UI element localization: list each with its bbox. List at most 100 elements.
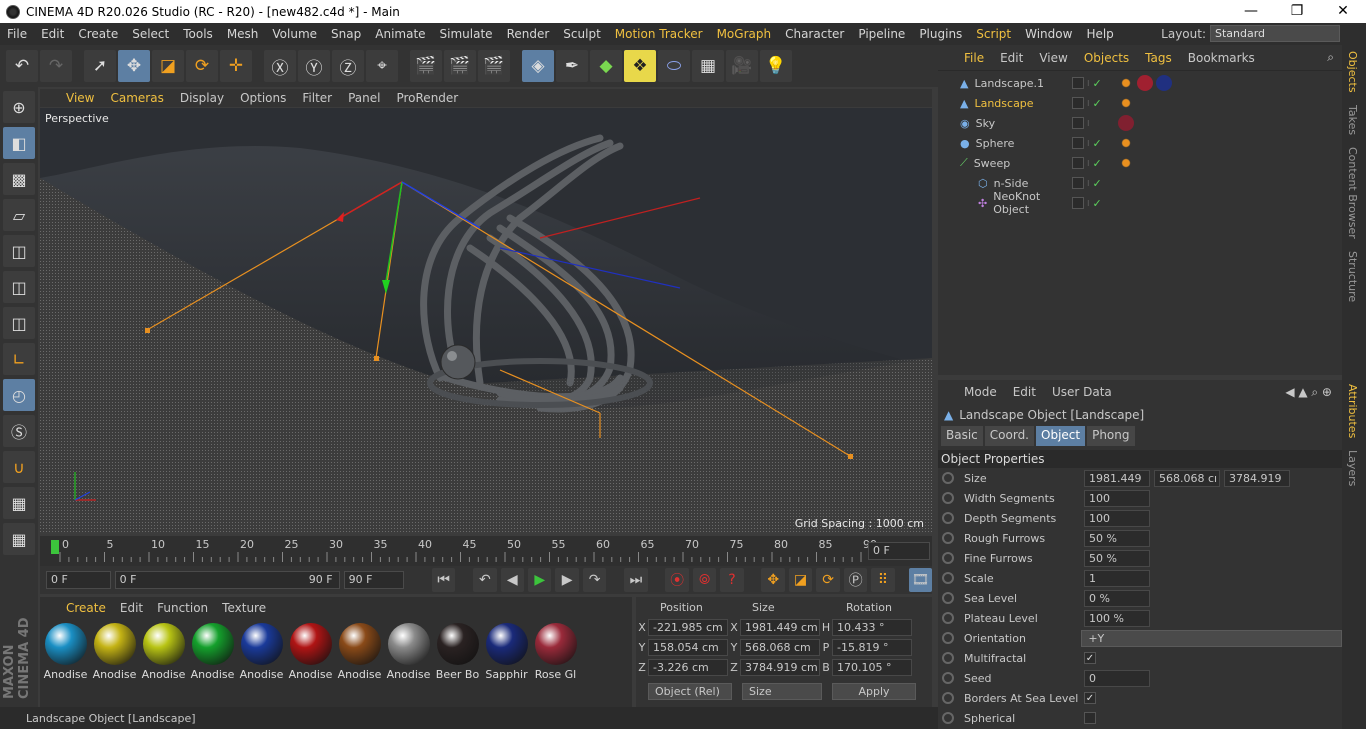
layout-select[interactable]: Standard xyxy=(1210,25,1340,42)
object-row[interactable]: ⟋ Sweep ⁝ ✓ xyxy=(938,153,1342,173)
enabled-check-icon[interactable]: ✓ xyxy=(1093,157,1102,170)
search-icon[interactable]: ⌕ xyxy=(1327,50,1334,65)
visibility-dots-icon[interactable]: ⁝ xyxy=(1087,99,1090,108)
redo-icon[interactable]: ↷ xyxy=(40,50,72,82)
phong-tag-icon[interactable] xyxy=(1118,135,1134,151)
layer-icon[interactable] xyxy=(1072,137,1084,149)
light-icon[interactable]: 💡 xyxy=(760,50,792,82)
visibility-dots-icon[interactable]: ⁝ xyxy=(1087,159,1090,168)
start-frame-field[interactable]: 0 F xyxy=(46,571,111,589)
size-field[interactable]: 568.068 cm xyxy=(740,638,820,656)
magnet-icon[interactable]: ∪ xyxy=(3,451,35,483)
mat-menu-create[interactable]: Create xyxy=(66,601,106,617)
orientation-dropdown[interactable]: +Y xyxy=(1081,629,1342,647)
menu-snap[interactable]: Snap xyxy=(324,27,368,41)
position-field[interactable]: -3.226 cm xyxy=(648,658,728,676)
material-swatch[interactable]: Beer Bo xyxy=(435,623,480,681)
menu-volume[interactable]: Volume xyxy=(265,27,324,41)
last-tool-icon[interactable]: ✛ xyxy=(220,50,252,82)
scale-field[interactable]: 1 xyxy=(1084,569,1150,587)
tab-coord[interactable]: Coord. xyxy=(984,426,1034,446)
menu-script[interactable]: Script xyxy=(969,27,1018,41)
mat-menu-function[interactable]: Function xyxy=(157,601,208,617)
depth-segments-field[interactable]: 100 xyxy=(1084,509,1150,527)
minimize-button[interactable]: — xyxy=(1228,0,1274,23)
material-swatch[interactable]: Anodise xyxy=(386,623,431,681)
vp-menu-display[interactable]: Display xyxy=(180,91,224,105)
go-to-end-icon[interactable]: ⏭ xyxy=(624,568,648,592)
next-frame-icon[interactable]: ▶ xyxy=(555,568,579,592)
side-tab-attributes[interactable]: Attributes xyxy=(1342,378,1363,444)
size-x-field[interactable]: 1981.449 xyxy=(1084,469,1150,487)
close-button[interactable]: ✕ xyxy=(1320,0,1366,23)
spherical-checkbox[interactable] xyxy=(1084,712,1096,724)
borders-checkbox[interactable]: ✓ xyxy=(1084,692,1096,704)
visibility-dots-icon[interactable]: ⁝ xyxy=(1087,119,1090,128)
autokeying-icon[interactable]: ⦾ xyxy=(692,568,717,592)
enabled-check-icon[interactable]: ✓ xyxy=(1093,177,1102,190)
edges-mode-icon[interactable]: ◫ xyxy=(3,271,35,303)
menu-mesh[interactable]: Mesh xyxy=(220,27,266,41)
tab-phong[interactable]: Phong xyxy=(1087,426,1135,446)
rotation-field[interactable]: 170.105 ° xyxy=(832,658,912,676)
render-settings-icon[interactable]: 🎬 xyxy=(478,50,510,82)
locked-workplane-icon[interactable]: ▦ xyxy=(3,523,35,555)
timeline-ruler[interactable]: 051015202530354045505560657075808590 0 F xyxy=(40,536,932,566)
move-tool-icon[interactable]: ✥ xyxy=(118,50,150,82)
texture-mode-icon[interactable]: ▩ xyxy=(3,163,35,195)
obj-menu-view[interactable]: View xyxy=(1039,51,1067,65)
rotation-key-icon[interactable]: ⟳ xyxy=(816,568,840,592)
layer-icon[interactable] xyxy=(1072,77,1084,89)
side-tab-structure[interactable]: Structure xyxy=(1342,245,1363,308)
vp-menu-panel[interactable]: Panel xyxy=(348,91,380,105)
go-to-start-icon[interactable]: ⏮ xyxy=(431,568,456,592)
floor-icon[interactable]: ▦ xyxy=(692,50,724,82)
attr-menu-edit[interactable]: Edit xyxy=(1013,385,1036,399)
material-swatch[interactable]: Sapphir xyxy=(484,623,529,681)
position-key-icon[interactable]: ✥ xyxy=(761,568,785,592)
plateau-level-field[interactable]: 100 % xyxy=(1084,609,1150,627)
visibility-dots-icon[interactable]: ⁝ xyxy=(1087,79,1090,88)
material-swatch[interactable]: Anodise xyxy=(239,623,284,681)
menu-create[interactable]: Create xyxy=(71,27,125,41)
obj-menu-objects[interactable]: Objects xyxy=(1084,51,1129,65)
live-selection-icon[interactable]: ➚ xyxy=(84,50,116,82)
tweak-mode-icon[interactable]: ◴ xyxy=(3,379,35,411)
rotate-tool-icon[interactable]: ⟳ xyxy=(186,50,218,82)
parameter-key-icon[interactable]: Ⓟ xyxy=(843,568,868,592)
y-axis-lock-icon[interactable]: Ⓨ xyxy=(298,50,330,82)
pen-spline-icon[interactable]: ✒ xyxy=(556,50,588,82)
mat-menu-texture[interactable]: Texture xyxy=(222,601,266,617)
make-editable-icon[interactable]: ⊕ xyxy=(3,91,35,123)
obj-menu-file[interactable]: File xyxy=(964,51,984,65)
menu-sculpt[interactable]: Sculpt xyxy=(556,27,607,41)
cloner-icon[interactable]: ❖ xyxy=(624,50,656,82)
workplane-icon[interactable]: ▱ xyxy=(3,199,35,231)
phong-tag-icon[interactable] xyxy=(1118,75,1134,91)
render-view-icon[interactable]: 🎬 xyxy=(410,50,442,82)
tab-object[interactable]: Object xyxy=(1036,426,1086,446)
cube-object-icon[interactable]: ◈ xyxy=(522,50,554,82)
material-swatch[interactable]: Anodise xyxy=(141,623,186,681)
material-swatch[interactable]: Anodise xyxy=(92,623,137,681)
x-axis-lock-icon[interactable]: Ⓧ xyxy=(264,50,296,82)
side-tab-objects[interactable]: Objects xyxy=(1342,45,1363,99)
visibility-dots-icon[interactable]: ⁝ xyxy=(1087,139,1090,148)
material-swatch[interactable]: Anodise xyxy=(288,623,333,681)
deformer-icon[interactable]: ⬭ xyxy=(658,50,690,82)
sea-level-field[interactable]: 0 % xyxy=(1084,589,1150,607)
record-active-icon[interactable]: ⦿ xyxy=(665,568,689,592)
end-frame-field[interactable]: 90 F xyxy=(343,571,405,589)
rotation-field[interactable]: -15.819 ° xyxy=(832,638,912,656)
vp-menu-view[interactable]: View xyxy=(66,91,94,105)
next-key-icon[interactable]: ↷ xyxy=(582,568,607,592)
rough-furrows-field[interactable]: 50 % xyxy=(1084,529,1150,547)
undo-icon[interactable]: ↶ xyxy=(6,50,38,82)
snap-icon[interactable]: Ⓢ xyxy=(3,415,35,447)
width-segments-field[interactable]: 100 xyxy=(1084,489,1150,507)
material-tag-icon[interactable] xyxy=(1118,115,1134,131)
vp-menu-filter[interactable]: Filter xyxy=(302,91,332,105)
object-row[interactable]: ◉ Sky ⁝ xyxy=(938,113,1342,133)
mat-menu-edit[interactable]: Edit xyxy=(120,601,143,617)
vp-menu-options[interactable]: Options xyxy=(240,91,286,105)
